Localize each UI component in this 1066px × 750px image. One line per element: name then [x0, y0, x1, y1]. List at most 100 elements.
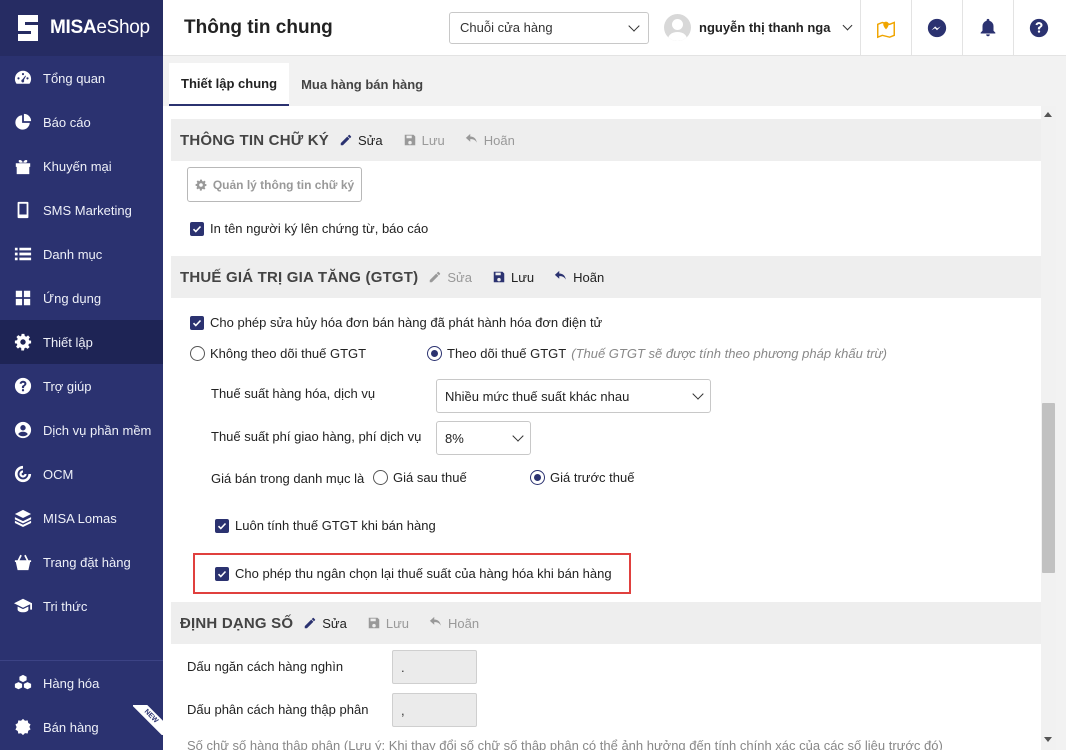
list-icon — [13, 245, 32, 264]
track-vat-option[interactable]: Theo dõi thuế GTGT (Thuế GTGT sẽ được tí… — [427, 346, 887, 361]
help-button[interactable] — [1013, 0, 1064, 56]
undo-icon — [555, 270, 566, 280]
checkbox-checked[interactable] — [190, 315, 204, 330]
sidebar-item-danh-muc[interactable]: Danh mục — [0, 232, 163, 276]
scroll-up-arrow[interactable] — [1044, 112, 1052, 117]
allow-cancel-invoice-option[interactable]: Cho phép sửa hủy hóa đơn bán hàng đã phá… — [190, 315, 602, 330]
sidebar-item-tro-giup[interactable]: Trợ giúp — [0, 364, 163, 408]
cancel-button[interactable]: Hoãn — [465, 133, 515, 148]
sidebar-item-tong-quan[interactable]: Tổng quan — [0, 56, 163, 100]
cubes-icon — [13, 674, 32, 693]
decimal-digits-label: Số chữ số hàng thập phân (Lưu ý: Khi tha… — [187, 738, 943, 750]
sidebar-item-bao-cao[interactable]: Báo cáo — [0, 100, 163, 144]
user-name: nguyễn thị thanh nga — [699, 20, 831, 35]
chevron-down-icon — [842, 20, 853, 31]
new-badge: NEW — [133, 705, 163, 735]
sidebar-item-ung-dung[interactable]: Ứng dụng — [0, 276, 163, 320]
floppy-icon — [368, 617, 380, 629]
location-button[interactable] — [860, 0, 911, 56]
price-after-tax-option[interactable]: Giá sau thuế — [373, 470, 467, 485]
cancel-label: Hoãn — [573, 269, 605, 285]
sidebar: MISAeShop Tổng quan Báo cáo Khuyến mại S… — [0, 0, 163, 750]
print-signer-name-option[interactable]: In tên người ký lên chứng từ, báo cáo — [190, 221, 428, 236]
user-menu[interactable]: nguyễn thị thanh nga — [664, 14, 860, 41]
sidebar-item-label: Ứng dụng — [43, 290, 102, 306]
no-track-vat-option[interactable]: Không theo dõi thuế GTGT — [190, 346, 366, 361]
save-button[interactable]: Lưu — [403, 133, 445, 148]
radio-checked[interactable] — [530, 470, 545, 485]
mobile-icon — [13, 201, 32, 220]
save-button[interactable]: Lưu — [367, 616, 409, 631]
allow-cancel-invoice-label: Cho phép sửa hủy hóa đơn bán hàng đã phá… — [210, 315, 603, 330]
no-track-vat-label: Không theo dõi thuế GTGT — [210, 346, 367, 361]
edit-button[interactable]: Sửa — [428, 270, 472, 285]
sidebar-item-khuyen-mai[interactable]: Khuyến mại — [0, 144, 163, 188]
radio-unchecked[interactable] — [373, 470, 388, 485]
tab-thiet-lap-chung[interactable]: Thiết lập chung — [169, 63, 290, 106]
delivery-rate-value: 8% — [445, 430, 464, 446]
right-margin — [1056, 106, 1066, 750]
sidebar-item-label: SMS Marketing — [43, 202, 132, 218]
scroll-down-arrow[interactable] — [1044, 737, 1052, 742]
manage-signature-label: Quản lý thông tin chữ ký — [212, 177, 355, 192]
sidebar-item-misa-lomas[interactable]: MISA Lomas — [0, 496, 163, 540]
cancel-button[interactable]: Hoãn — [429, 616, 479, 631]
section-title: ĐỊNH DẠNG SỐ — [180, 614, 294, 632]
app-logo[interactable]: MISAeShop — [0, 0, 163, 56]
section-title: THÔNG TIN CHỮ KÝ — [180, 131, 329, 149]
map-marker-icon — [877, 20, 895, 38]
sidebar-item-label: Khuyến mại — [43, 158, 112, 174]
cancel-button[interactable]: Hoãn — [554, 270, 604, 285]
manage-signature-button[interactable]: Quản lý thông tin chữ ký — [187, 167, 362, 202]
track-vat-hint: (Thuế GTGT sẽ được tính theo phương pháp… — [571, 346, 887, 361]
store-chain-select[interactable]: Chuỗi cửa hàng — [449, 11, 649, 44]
save-label: Lưu — [510, 269, 535, 285]
sidebar-item-hang-hoa[interactable]: Hàng hóa — [0, 661, 163, 705]
thousand-separator-input[interactable]: . — [392, 650, 477, 684]
save-button[interactable]: Lưu — [492, 270, 534, 285]
sidebar-item-label: Hàng hóa — [43, 675, 100, 691]
edit-label: Sửa — [447, 269, 472, 285]
radio-unchecked[interactable] — [190, 346, 205, 361]
apps-icon — [13, 289, 32, 308]
checkbox-checked[interactable] — [215, 566, 229, 581]
sidebar-item-label: Trợ giúp — [43, 378, 92, 394]
sidebar-item-ocm[interactable]: OCM — [0, 452, 163, 496]
pie-chart-icon — [13, 113, 32, 132]
sidebar-bottom: Hàng hóa Bán hàng NEW — [0, 660, 163, 749]
messenger-button[interactable] — [911, 0, 962, 56]
sidebar-item-label: Tri thức — [43, 598, 88, 614]
bell-icon — [980, 18, 996, 36]
notification-button[interactable] — [962, 0, 1013, 56]
help-icon — [1029, 18, 1049, 37]
cashier-choose-rate-option[interactable]: Cho phép thu ngân chọn lại thuế suất của… — [215, 566, 612, 581]
delivery-rate-select[interactable]: 8% — [436, 421, 531, 455]
sidebar-item-ban-hang[interactable]: Bán hàng NEW — [0, 705, 163, 749]
sidebar-item-dich-vu-phan-mem[interactable]: Dịch vụ phần mềm — [0, 408, 163, 452]
sidebar-item-sms-marketing[interactable]: SMS Marketing — [0, 188, 163, 232]
always-calc-vat-option[interactable]: Luôn tính thuế GTGT khi bán hàng — [215, 518, 436, 533]
section-title: THUẾ GIÁ TRỊ GIA TĂNG (GTGT) — [180, 268, 419, 286]
scrollbar-thumb[interactable] — [1042, 403, 1055, 573]
sidebar-item-tri-thuc[interactable]: Tri thức — [0, 584, 163, 628]
content-scrollbar[interactable] — [1041, 106, 1056, 750]
radio-checked[interactable] — [427, 346, 442, 361]
price-before-tax-option[interactable]: Giá trước thuế — [530, 470, 634, 485]
track-vat-label: Theo dõi thuế GTGT — [447, 346, 567, 361]
user-circle-icon — [13, 421, 32, 440]
cashier-choose-rate-label: Cho phép thu ngân chọn lại thuế suất của… — [235, 566, 612, 581]
checkbox-checked[interactable] — [190, 221, 204, 236]
decimal-separator-input[interactable]: , — [392, 693, 477, 727]
edit-button[interactable]: Sửa — [303, 616, 347, 631]
signature-section-header: THÔNG TIN CHỮ KÝ Sửa Lưu Hoãn — [171, 119, 1041, 161]
sidebar-item-label: Dịch vụ phần mềm — [43, 422, 152, 438]
edit-label: Sửa — [322, 615, 347, 631]
edit-button[interactable]: Sửa — [339, 133, 383, 148]
goods-rate-select[interactable]: Nhiều mức thuế suất khác nhau — [436, 379, 711, 413]
sidebar-item-trang-dat-hang[interactable]: Trang đặt hàng — [0, 540, 163, 584]
sale-icon — [13, 718, 32, 737]
tab-mua-hang-ban-hang[interactable]: Mua hàng bán hàng — [289, 63, 435, 106]
number-format-section-header: ĐỊNH DẠNG SỐ Sửa Lưu Hoãn — [171, 602, 1041, 644]
sidebar-item-thiet-lap[interactable]: Thiết lập — [0, 320, 163, 364]
checkbox-checked[interactable] — [215, 518, 229, 533]
